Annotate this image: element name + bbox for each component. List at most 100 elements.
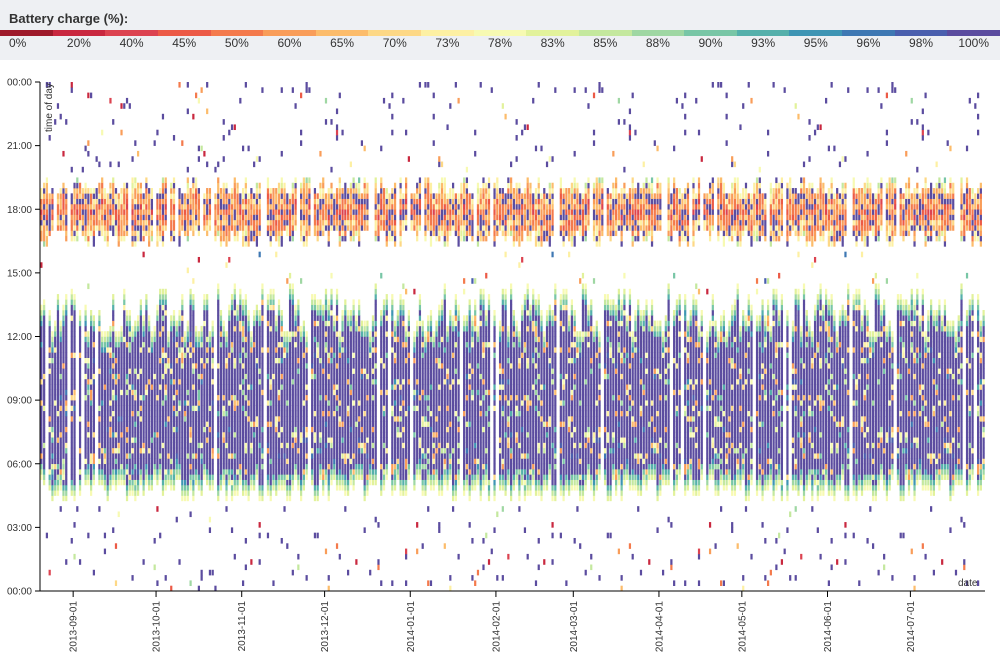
- heatmap-cell: [145, 431, 148, 438]
- heatmap-cell: [175, 389, 178, 396]
- heatmap-cell: [352, 320, 355, 327]
- heatmap-cell: [178, 368, 181, 374]
- heatmap-cell: [62, 150, 65, 157]
- heatmap-cell: [206, 347, 209, 353]
- heatmap-cell: [305, 410, 308, 417]
- heatmap-cell: [300, 431, 303, 438]
- heatmap-cell: [335, 373, 339, 380]
- heatmap-cell: [330, 341, 333, 348]
- heatmap-cell: [230, 431, 234, 438]
- heatmap-cell: [106, 203, 109, 210]
- heatmap-cell: [250, 193, 253, 199]
- heatmap-cell: [161, 288, 165, 295]
- heatmap-cell: [200, 336, 203, 343]
- heatmap-cell: [54, 341, 57, 348]
- legend-labels: 0% 20% 40% 45% 50% 60% 65% 70% 73% 78% 83% 85% 88% 90…: [0, 36, 1000, 52]
- legend-label: 98%: [909, 36, 934, 50]
- heatmap-cell: [230, 474, 234, 480]
- heatmap-cell: [255, 341, 259, 348]
- heatmap-cell: [181, 437, 184, 443]
- heatmap-cell: [258, 431, 261, 438]
- heatmap-cell: [84, 357, 87, 364]
- heatmap-cell: [70, 214, 73, 221]
- heatmap-cell: [236, 378, 239, 385]
- heatmap-cell: [333, 400, 336, 406]
- heatmap-cell: [352, 363, 355, 369]
- heatmap-cell: [84, 463, 87, 470]
- heatmap-cell: [145, 299, 148, 305]
- heatmap-cell: [159, 463, 162, 470]
- heatmap-cell: [258, 209, 261, 215]
- heatmap-cell: [164, 410, 167, 417]
- heatmap-cell: [349, 410, 352, 417]
- heatmap-cell: [300, 389, 303, 396]
- heatmap-cell: [319, 373, 322, 380]
- heatmap-cell: [344, 315, 347, 321]
- legend-label: 60%: [277, 36, 302, 50]
- heatmap-cell: [349, 453, 352, 459]
- heatmap-cell: [258, 442, 261, 449]
- heatmap-cell: [352, 442, 355, 449]
- heatmap-cell: [324, 416, 328, 422]
- heatmap-cell: [291, 315, 294, 321]
- heatmap-cell: [40, 347, 43, 353]
- heatmap-cell: [269, 384, 272, 390]
- heatmap-cell: [156, 331, 159, 337]
- heatmap-cell: [338, 357, 341, 364]
- heatmap-cell: [313, 442, 317, 449]
- heatmap-cell: [136, 209, 140, 215]
- heatmap-cell: [275, 363, 278, 369]
- heatmap-cell: [128, 363, 131, 369]
- heatmap-cell: [355, 315, 358, 321]
- heatmap-cell: [228, 469, 231, 475]
- heatmap-cell: [134, 378, 137, 385]
- heatmap-cell: [62, 437, 65, 443]
- heatmap-cell: [134, 140, 137, 146]
- heatmap-cell: [358, 352, 361, 359]
- heatmap-cell: [139, 214, 142, 221]
- heatmap-cell: [324, 453, 328, 459]
- heatmap-cell: [217, 479, 220, 486]
- heatmap-cell: [128, 437, 131, 443]
- heatmap-cell: [172, 219, 176, 226]
- heatmap-cell: [186, 469, 189, 475]
- heatmap-cell: [344, 347, 347, 353]
- heatmap-cell: [156, 325, 159, 332]
- heatmap-cell: [291, 193, 294, 199]
- heatmap-cell: [153, 442, 156, 449]
- heatmap-cell: [181, 495, 184, 502]
- heatmap-cell: [78, 437, 82, 443]
- heatmap-cell: [214, 235, 217, 242]
- heatmap-cell: [142, 193, 145, 199]
- heatmap-cell: [200, 357, 203, 364]
- heatmap-cell: [269, 209, 272, 215]
- heatmap-cell: [172, 315, 176, 321]
- heatmap-cells: [40, 82, 985, 592]
- heatmap-cell: [120, 103, 123, 109]
- heatmap-cell: [131, 241, 134, 247]
- heatmap-cell: [222, 320, 225, 327]
- heatmap-cell: [294, 431, 297, 438]
- heatmap-cell: [161, 341, 165, 348]
- heatmap-cell: [266, 410, 270, 417]
- heatmap-cell: [78, 474, 82, 480]
- heatmap-cell: [277, 384, 281, 390]
- heatmap-cell: [90, 400, 93, 406]
- heatmap-cell: [322, 304, 325, 311]
- heatmap-cell: [56, 373, 60, 380]
- heatmap-cell: [117, 405, 120, 412]
- heatmap-cell: [156, 479, 159, 486]
- heatmap-cell: [48, 569, 51, 576]
- heatmap-cell: [316, 363, 319, 369]
- heatmap-cell: [338, 352, 341, 359]
- heatmap-cell: [241, 219, 245, 226]
- heatmap-cell: [247, 479, 250, 486]
- heatmap-cell: [286, 341, 289, 348]
- heatmap-cell: [90, 214, 93, 221]
- heatmap-cell: [92, 469, 95, 475]
- heatmap-cell: [219, 378, 223, 385]
- heatmap-cell: [225, 431, 228, 438]
- heatmap-cell: [258, 378, 261, 385]
- heatmap-cell: [106, 437, 109, 443]
- heatmap-cell: [59, 442, 62, 449]
